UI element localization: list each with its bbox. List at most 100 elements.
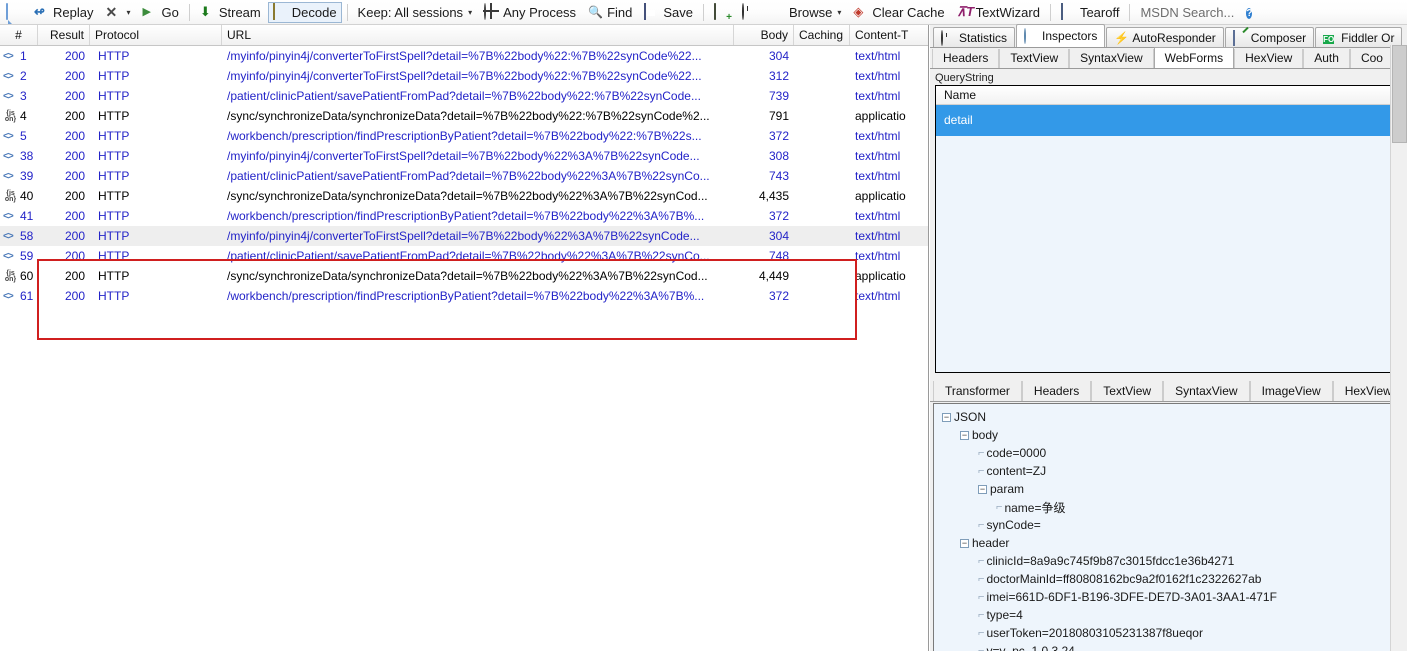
response-tab-headers[interactable]: Headers (1021, 381, 1092, 401)
toolbar-keep-sessions-dropdown[interactable]: Keep: All sessions ▾ (353, 2, 478, 23)
json-tree-node[interactable]: − body (934, 426, 1407, 444)
tab-fiddler-or[interactable]: FO Fiddler Or (1315, 27, 1403, 47)
json-tree-node[interactable]: ⌐ doctorMainId=ff80808162bc9a2f0162f1c232… (934, 570, 1407, 588)
json-node-label: name=争级 (1004, 500, 1066, 515)
clear-cache-icon: ◈ (853, 4, 864, 19)
toolbar-clear-cache-button[interactable]: ◈ Clear Cache (848, 2, 949, 23)
toolbar-any-process-button[interactable]: Any Process (479, 2, 581, 23)
json-node-label: param (990, 482, 1025, 496)
json-tree-node[interactable]: − header (934, 534, 1407, 552)
toolbar-find-button[interactable]: 🔍 Find (583, 2, 637, 23)
request-tab-coo[interactable]: Coo (1349, 49, 1394, 68)
json-tree-view[interactable]: − JSON − body ⌐ code=0000 ⌐ content=ZJ − param ⌐ na… (933, 403, 1407, 651)
toolbar-stream-label: Stream (218, 4, 261, 20)
column-header-url[interactable]: URL (222, 25, 734, 45)
tab-label: AutoResponder (1132, 30, 1216, 45)
table-row[interactable]: <> 3 200 HTTP/patient/clinicPatient/savePat… (0, 86, 928, 106)
table-row[interactable]: <> 39 200 HTTP/patient/clinicPatient/savePa… (0, 166, 928, 186)
table-row[interactable]: {js on} 4 200 HTTP/sync/synchronizeData/sync… (0, 106, 928, 126)
column-header-body[interactable]: Body (734, 25, 794, 45)
collapse-toggle-icon[interactable]: − (960, 430, 969, 440)
scrollbar-thumb[interactable] (1392, 45, 1407, 143)
querystring-grid[interactable]: Name detail (935, 85, 1407, 373)
tab-label: Fiddler Or (1341, 30, 1395, 45)
table-row[interactable]: {js on} 40 200 HTTP/sync/synchronizeData/syn… (0, 186, 928, 206)
request-tab-auth[interactable]: Auth (1303, 49, 1350, 68)
column-header-number[interactable]: # (0, 25, 38, 45)
session-number-cell: {js on} 60 (0, 269, 38, 283)
tab-statistics[interactable]: Statistics (933, 27, 1016, 47)
table-row[interactable]: {js on} 60 200 HTTP/sync/synchronizeData/syn… (0, 266, 928, 286)
toolbar-textwizard-button[interactable]: ⊼T TextWizard (952, 2, 1045, 23)
toolbar-stream-button[interactable]: ⬇ Stream (195, 2, 266, 23)
response-tab-syntaxview[interactable]: SyntaxView (1163, 381, 1250, 401)
toolbar-help-button[interactable]: ? (1241, 2, 1267, 23)
table-row[interactable]: <> 61 200 HTTP/workbench/prescription/findP… (0, 286, 928, 306)
session-body-size-cell: 312 (768, 69, 789, 83)
response-tab-transformer[interactable]: Transformer (933, 381, 1022, 401)
column-header-result[interactable]: Result (38, 25, 90, 45)
querystring-row-detail[interactable]: detail (936, 105, 1407, 136)
json-tree-node[interactable]: ⌐ content=ZJ (934, 462, 1407, 480)
column-header-caching[interactable]: Caching (794, 25, 850, 45)
toolbar-save-button[interactable]: Save (639, 2, 698, 23)
tab-autoresponder[interactable]: ⚡ AutoResponder (1106, 27, 1224, 47)
json-tree-node[interactable]: ⌐ imei=661D-6DF1-B196-3DFE-DE7D-3A01-3AA1… (934, 588, 1407, 606)
querystring-column-header-name[interactable]: Name (936, 86, 1407, 105)
json-tree-node[interactable]: ⌐ name=争级 (934, 498, 1407, 516)
toolbar-browse-button[interactable]: Browse ▾ (765, 2, 846, 23)
toolbar-comment-button[interactable] (1, 2, 27, 23)
toolbar-timer-button[interactable] (737, 2, 763, 23)
table-row[interactable]: <> 1 200 HTTP/myinfo/pinyin4j/converterToFi… (0, 46, 928, 66)
request-tab-hexview[interactable]: HexView (1234, 49, 1304, 68)
tab-composer[interactable]: Composer (1224, 27, 1315, 47)
collapse-toggle-icon[interactable]: − (942, 412, 951, 422)
session-url-cell: /workbench/prescription/findPrescription… (227, 289, 705, 303)
tree-leaf-icon: ⌐ (978, 591, 985, 603)
session-rows-container: <> 1 200 HTTP/myinfo/pinyin4j/converterToFi… (0, 46, 928, 306)
table-row[interactable]: <> 38 200 HTTP/myinfo/pinyin4j/converterToF… (0, 146, 928, 166)
json-tree-node[interactable]: ⌐ userToken=20180803105231387f8ueqor (934, 624, 1407, 642)
response-tab-textview[interactable]: TextView (1091, 381, 1164, 401)
json-tree-node[interactable]: − param (934, 480, 1407, 498)
toolbar-msdn-search-input[interactable]: MSDN Search... (1135, 2, 1239, 23)
toolbar-screenshot-button[interactable] (709, 2, 735, 23)
json-tree-node[interactable]: ⌐ synCode= (934, 516, 1407, 534)
session-number-cell: <> 59 (0, 249, 38, 263)
table-row[interactable]: <> 58 200 HTTP/myinfo/pinyin4j/converterToF… (0, 226, 928, 246)
json-tree-node[interactable]: ⌐ code=0000 (934, 444, 1407, 462)
session-url-cell: /sync/synchronizeData/synchronizeData?de… (227, 269, 708, 283)
session-list-panel[interactable]: # Result Protocol URL Body Caching Conte… (0, 25, 929, 651)
table-row[interactable]: <> 5 200 HTTP/workbench/prescription/findPr… (0, 126, 928, 146)
clock-icon (742, 3, 758, 20)
request-tab-headers[interactable]: Headers (932, 49, 1000, 68)
session-url-cell: /workbench/prescription/findPrescription… (227, 129, 702, 143)
request-tab-webforms[interactable]: WebForms (1153, 47, 1235, 68)
column-header-protocol[interactable]: Protocol (90, 25, 222, 45)
inspector-vertical-scrollbar[interactable] (1390, 45, 1407, 651)
table-row[interactable]: <> 2 200 HTTP/myinfo/pinyin4j/converterToFi… (0, 66, 928, 86)
request-tab-syntaxview[interactable]: SyntaxView (1069, 49, 1154, 68)
table-row[interactable]: <> 59 200 HTTP/patient/clinicPatient/savePa… (0, 246, 928, 266)
json-tree-node[interactable]: ⌐ v=v_pc_1.0.3.24 (934, 642, 1407, 651)
tab-inspectors[interactable]: Inspectors (1016, 24, 1106, 47)
json-tree-node[interactable]: ⌐ type=4 (934, 606, 1407, 624)
collapse-toggle-icon[interactable]: − (960, 538, 969, 548)
response-tab-imageview[interactable]: ImageView (1249, 381, 1333, 401)
session-content-type-cell: text/html (855, 289, 901, 303)
column-header-content-type[interactable]: Content-T (850, 25, 928, 45)
toolbar-remove-button[interactable]: ✕ ▾ (100, 2, 135, 23)
toolbar-go-button[interactable]: ▶ Go (137, 2, 183, 23)
json-tree-node[interactable]: ⌐ clinicId=8a9a9c745f9b87c3015fdcc1e36b42… (934, 552, 1407, 570)
toolbar-decode-button[interactable]: Decode (267, 1, 342, 23)
toolbar-tearoff-button[interactable]: Tearoff (1056, 2, 1125, 23)
help-icon: ? (1246, 8, 1253, 19)
session-number-cell: <> 3 (0, 89, 38, 103)
toolbar-separator (188, 3, 190, 21)
session-result-cell: 200 (64, 69, 85, 83)
table-row[interactable]: <> 41 200 HTTP/workbench/prescription/findP… (0, 206, 928, 226)
json-tree-node[interactable]: − JSON (934, 408, 1407, 426)
request-tab-textview[interactable]: TextView (999, 49, 1070, 68)
toolbar-replay-button[interactable]: ↫ Replay (29, 2, 98, 23)
collapse-toggle-icon[interactable]: − (978, 484, 987, 494)
